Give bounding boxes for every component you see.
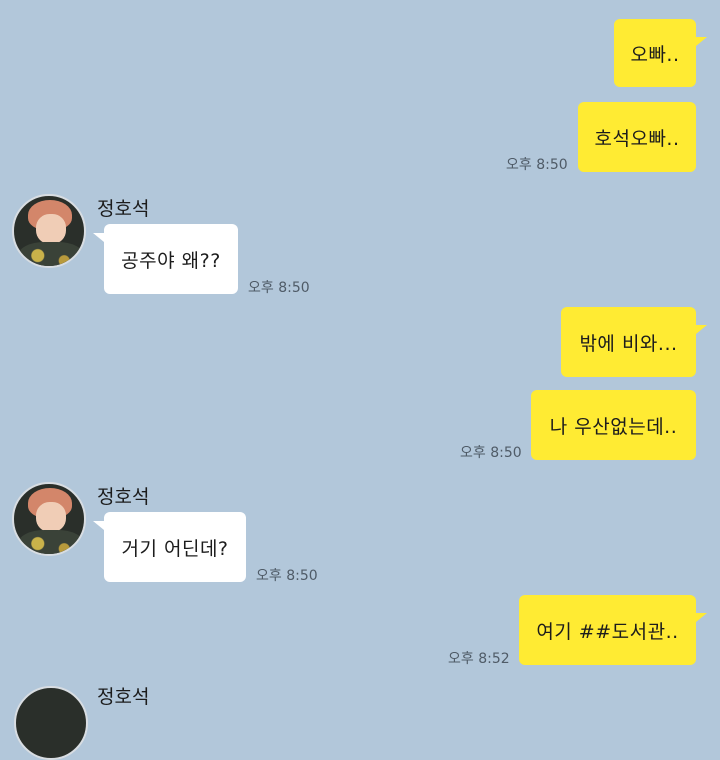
their-message-bubble[interactable]: 공주야 왜?? <box>104 224 238 294</box>
my-message-bubble[interactable]: 나 우산없는데.. <box>531 390 696 460</box>
my-message-bubble[interactable]: 호석오빠.. <box>578 102 696 172</box>
contact-avatar[interactable] <box>12 482 86 556</box>
bubble-tail <box>696 613 707 622</box>
contact-avatar-partial[interactable] <box>14 686 88 760</box>
my-message-bubble[interactable]: 오빠.. <box>614 19 696 87</box>
message-timestamp: 오후 8:50 <box>460 445 522 461</box>
message-timestamp: 오후 8:50 <box>248 280 310 296</box>
bubble-tail <box>696 325 707 334</box>
bubble-tail <box>93 233 104 242</box>
bubble-tail <box>93 521 104 530</box>
contact-avatar[interactable] <box>12 194 86 268</box>
sender-name: 정호석 <box>97 198 150 220</box>
avatar-face <box>36 214 66 244</box>
my-message-bubble[interactable]: 밖에 비와... <box>561 307 696 377</box>
message-timestamp: 오후 8:52 <box>448 651 510 667</box>
message-timestamp: 오후 8:50 <box>256 568 318 584</box>
avatar-face <box>36 502 66 532</box>
sender-name: 정호석 <box>97 486 150 508</box>
message-timestamp: 오후 8:50 <box>506 157 568 173</box>
their-message-bubble[interactable]: 거기 어딘데? <box>104 512 246 582</box>
sender-name-partial: 정호석 <box>97 686 150 708</box>
bubble-tail <box>696 37 707 46</box>
my-message-bubble[interactable]: 여기 ##도서관.. <box>519 595 696 665</box>
avatar-shirt <box>18 242 84 266</box>
avatar-shirt <box>18 530 84 554</box>
